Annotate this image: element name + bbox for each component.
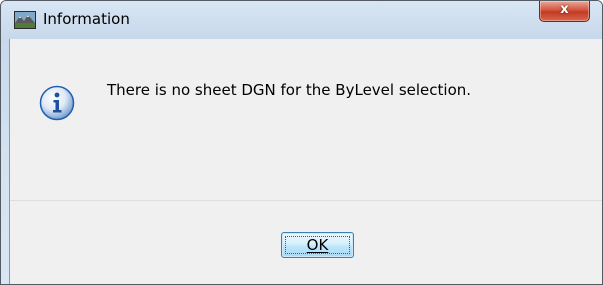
close-icon: x [560,2,569,17]
message-area: There is no sheet DGN for the ByLevel se… [10,39,602,200]
ok-button-label: OK [306,236,329,254]
information-icon [39,85,75,121]
close-button[interactable]: x [539,1,590,22]
landscape-app-icon [14,11,36,29]
message-text: There is no sheet DGN for the ByLevel se… [107,81,472,99]
dialog-title: Information [43,10,130,28]
information-dialog: Information x There is no sheet DGN for … [0,0,603,285]
button-bar: OK [10,201,602,284]
ok-button[interactable]: OK [281,232,354,258]
title-bar[interactable]: Information x [1,1,602,39]
dialog-body: There is no sheet DGN for the ByLevel se… [9,39,602,284]
